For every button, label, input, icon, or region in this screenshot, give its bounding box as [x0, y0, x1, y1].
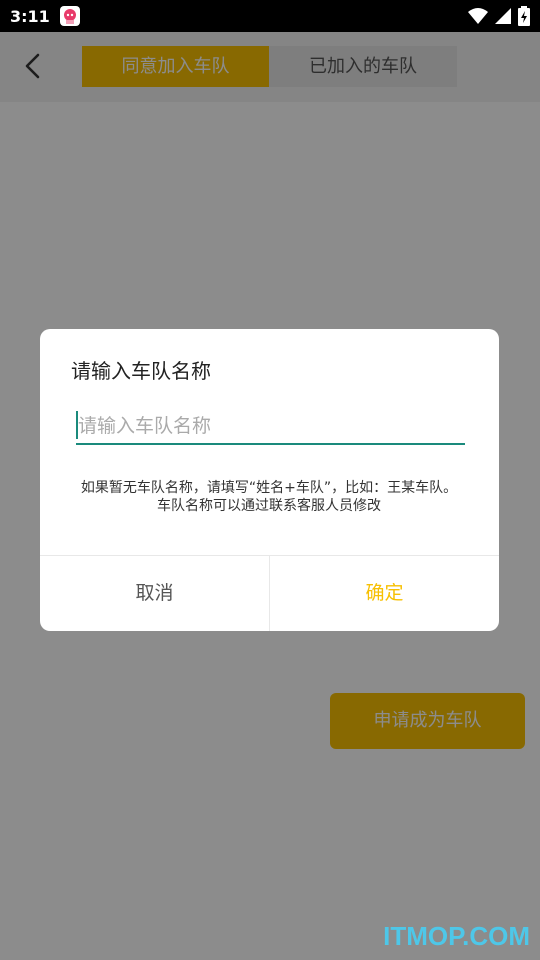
battery-icon: [518, 6, 530, 30]
team-name-input[interactable]: [76, 409, 465, 445]
status-time: 3:11: [10, 6, 50, 26]
wifi-icon: [468, 7, 488, 29]
team-name-dialog: 请输入车队名称 如果暂无车队名称，请填写“姓名+车队”，比如：王某车队。车队名称…: [40, 329, 499, 631]
app-notification-icon: [59, 6, 80, 26]
text-cursor: [76, 411, 78, 439]
cancel-button[interactable]: 取消: [40, 556, 269, 631]
status-bar: 3:11: [0, 0, 540, 32]
watermark: ITMOP.COM: [383, 921, 530, 951]
dialog-title: 请输入车队名称: [71, 359, 211, 383]
confirm-button[interactable]: 确定: [270, 556, 499, 631]
signal-icon: [494, 7, 512, 29]
dialog-hint: 如果暂无车队名称，请填写“姓名+车队”，比如：王某车队。车队名称可以通过联系客服…: [80, 480, 458, 514]
